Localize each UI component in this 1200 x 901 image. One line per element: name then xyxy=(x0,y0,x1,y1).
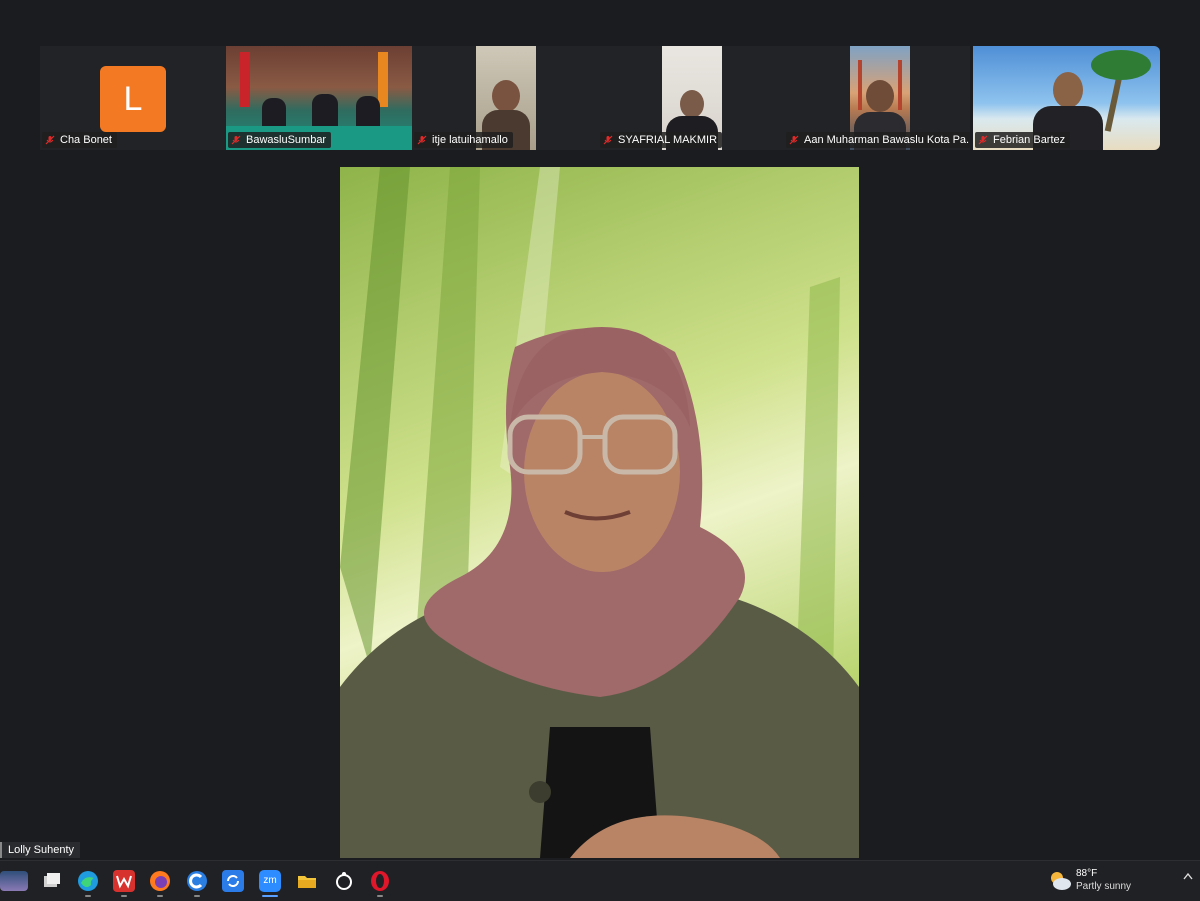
running-indicator xyxy=(85,895,91,897)
browser-c-icon[interactable] xyxy=(186,870,208,892)
weather-widget[interactable]: 88°F Partly sunny xyxy=(1048,866,1188,896)
active-indicator xyxy=(262,895,278,897)
participant-name: Cha Bonet xyxy=(60,134,112,146)
participant-name-tag: SYAFRIAL MAKMIR xyxy=(600,132,723,148)
flag-orange xyxy=(378,52,388,107)
person-face xyxy=(1053,72,1083,108)
participant-tile-itje[interactable]: itje latuihamallo xyxy=(412,46,598,150)
participant-strip: L Cha Bonet BawasluSumbar itje latuihama… xyxy=(0,46,1200,150)
flag-red xyxy=(240,52,250,107)
person-figure xyxy=(262,98,286,128)
person-figure xyxy=(312,94,338,128)
wps-icon[interactable] xyxy=(113,870,135,892)
running-indicator xyxy=(121,895,127,897)
participant-name-tag: Aan Muharman Bawaslu Kota Pa... xyxy=(786,132,970,148)
task-view-icon[interactable] xyxy=(41,870,63,892)
participant-name-tag: itje latuihamallo xyxy=(414,132,513,148)
active-speaker-video[interactable] xyxy=(340,167,859,858)
participant-name-tag: Febrian Bartez xyxy=(975,132,1071,148)
running-indicator xyxy=(377,895,383,897)
palm-leaves xyxy=(1091,50,1151,80)
mic-muted-icon xyxy=(231,135,241,145)
file-explorer-icon[interactable] xyxy=(296,870,318,892)
participant-name: itje latuihamallo xyxy=(432,134,508,146)
participant-name: SYAFRIAL MAKMIR xyxy=(618,134,718,146)
person-face xyxy=(492,80,520,112)
participant-tile-cha-bonet[interactable]: L Cha Bonet xyxy=(40,46,226,150)
mic-muted-icon xyxy=(417,135,427,145)
running-indicator xyxy=(194,895,200,897)
mic-muted-icon xyxy=(603,135,613,145)
participant-name-tag: BawasluSumbar xyxy=(228,132,332,148)
sync-icon[interactable] xyxy=(222,870,244,892)
bridge-tower xyxy=(898,60,902,110)
person-face xyxy=(680,90,704,118)
chevron-up-icon[interactable] xyxy=(1183,872,1193,883)
participant-tile-bawaslusumbar[interactable]: BawasluSumbar xyxy=(226,46,412,150)
opera-icon[interactable] xyxy=(369,870,391,892)
participant-name: Aan Muharman Bawaslu Kota Pa... xyxy=(804,134,970,146)
active-speaker-name-tag: Lolly Suhenty xyxy=(0,842,81,858)
mic-muted-icon xyxy=(978,135,988,145)
zoom-icon[interactable]: zm xyxy=(259,870,281,892)
firefox-icon[interactable] xyxy=(149,870,171,892)
bridge-tower xyxy=(858,60,862,110)
participant-tile-aan-muharman[interactable]: Aan Muharman Bawaslu Kota Pa... xyxy=(784,46,970,150)
person-face xyxy=(866,80,894,112)
speaker-illustration xyxy=(340,167,859,858)
taskbar: zm xyxy=(0,860,1200,901)
obs-icon[interactable] xyxy=(333,870,355,892)
participant-tile-syafrial[interactable]: SYAFRIAL MAKMIR xyxy=(598,46,784,150)
edge-icon[interactable] xyxy=(77,870,99,892)
mic-muted-icon xyxy=(45,135,55,145)
avatar: L xyxy=(100,66,166,132)
partly-sunny-icon xyxy=(1051,872,1071,890)
desktop-thumbnail-icon[interactable] xyxy=(0,871,28,891)
mic-muted-icon xyxy=(789,135,799,145)
running-indicator xyxy=(157,895,163,897)
participant-tile-febrian[interactable]: Febrian Bartez xyxy=(973,46,1160,150)
weather-temperature: 88°F xyxy=(1076,868,1098,879)
person-figure xyxy=(356,96,380,128)
participant-name: Febrian Bartez xyxy=(993,134,1066,146)
participant-name-tag: Cha Bonet xyxy=(42,132,117,148)
weather-condition: Partly sunny xyxy=(1076,881,1132,892)
participant-name: BawasluSumbar xyxy=(246,134,327,146)
